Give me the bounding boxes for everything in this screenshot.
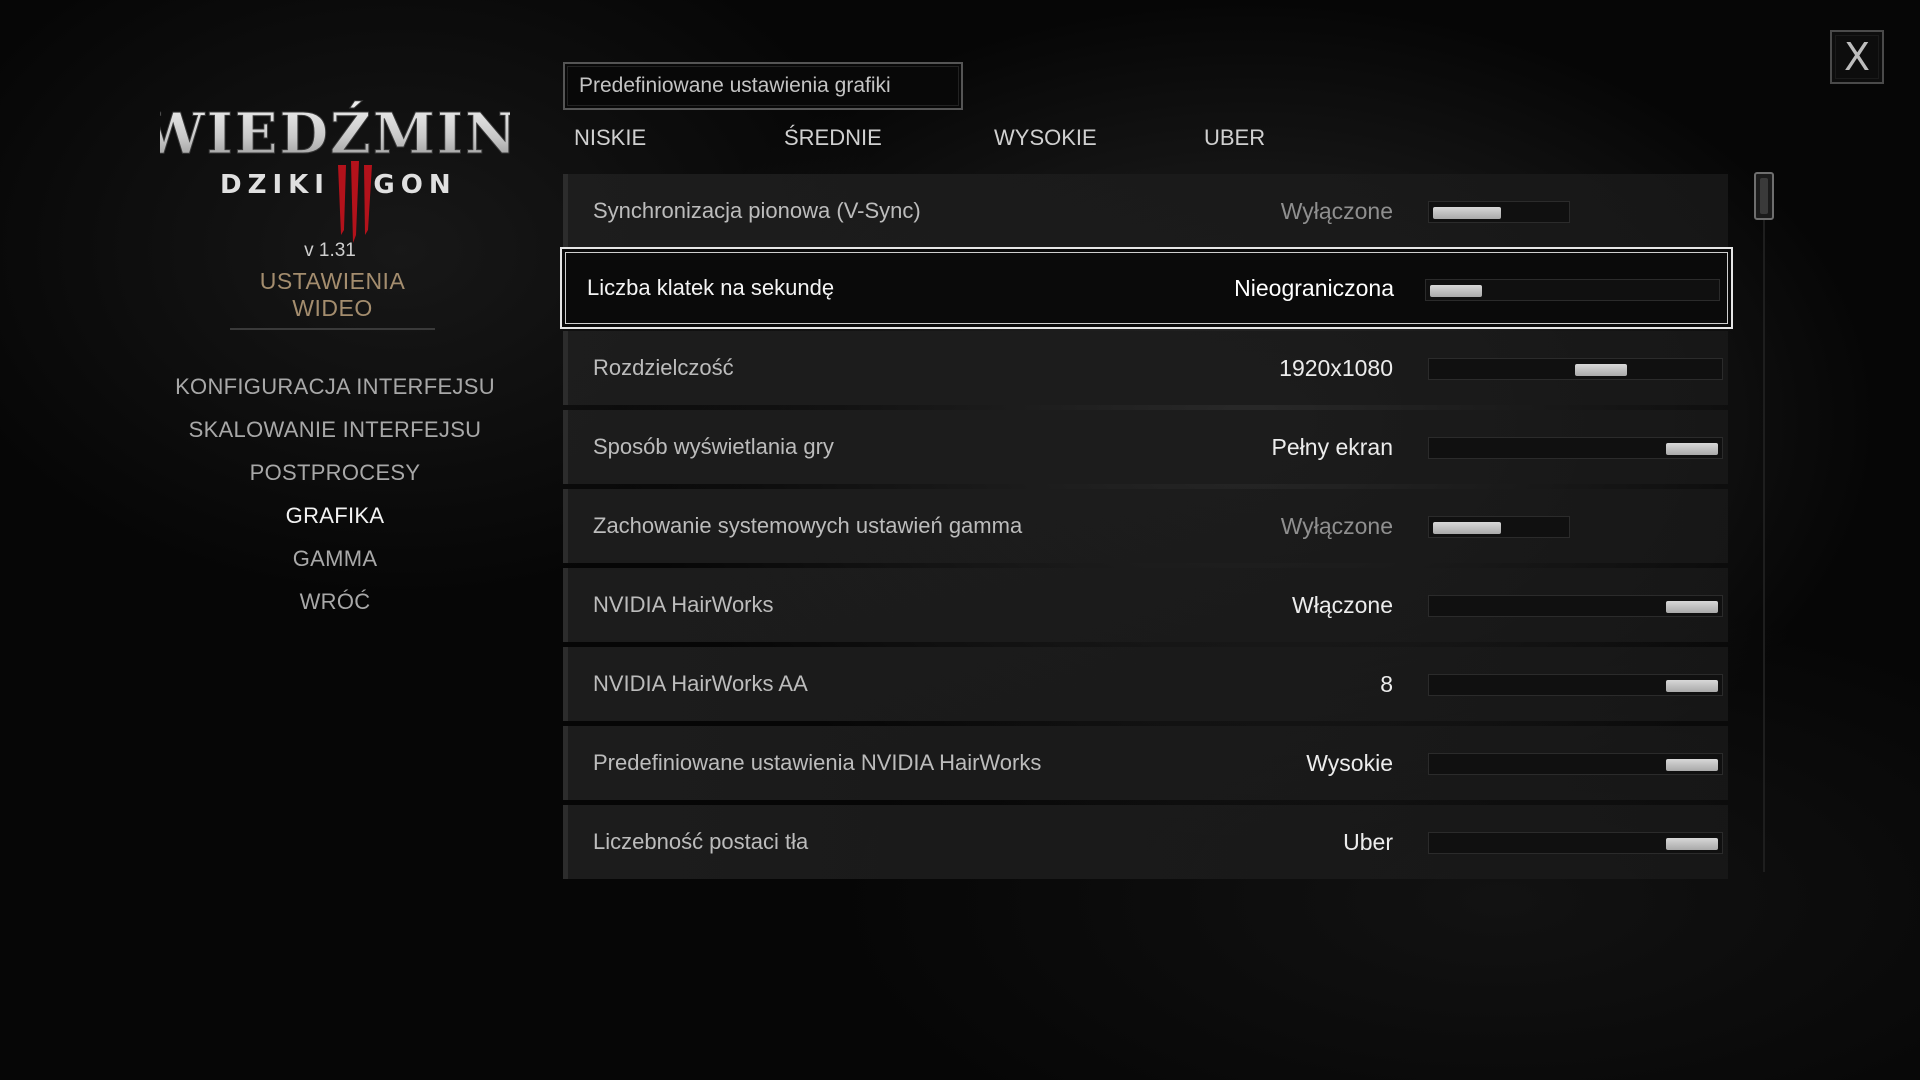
preset-uber[interactable]: UBER: [1204, 122, 1265, 154]
close-button[interactable]: X: [1830, 30, 1884, 84]
setting-value: Pełny ekran: [1271, 434, 1393, 460]
menu-item-back[interactable]: WRÓĆ: [170, 585, 500, 628]
setting-value: Włączone: [1292, 592, 1393, 618]
setting-label: NVIDIA HairWorks: [593, 592, 774, 617]
setting-row-frame-rate[interactable]: Liczba klatek na sekundę Nieograniczona: [560, 247, 1733, 329]
range-slider[interactable]: [1428, 358, 1723, 380]
setting-value: Wyłączone: [1280, 198, 1393, 224]
section-title: USTAWIENIA WIDEO: [230, 268, 435, 330]
graphics-preset-header: Predefiniowane ustawienia grafiki: [563, 62, 963, 110]
logo-subtitle-right: GON: [373, 170, 456, 200]
slider-thumb[interactable]: [1666, 759, 1718, 771]
settings-list: Synchronizacja pionowa (V-Sync) Wyłączon…: [560, 174, 1733, 880]
setting-row-vsync[interactable]: Synchronizacja pionowa (V-Sync) Wyłączon…: [563, 174, 1728, 248]
witcher-3-logo: WIEDŹMIN DZIKI GON: [160, 100, 510, 243]
setting-row-hairworks-aa[interactable]: NVIDIA HairWorks AA 8: [563, 647, 1728, 721]
setting-row-hairworks-preset[interactable]: Predefiniowane ustawienia NVIDIA HairWor…: [563, 726, 1728, 800]
setting-label: Sposób wyświetlania gry: [593, 434, 834, 459]
range-slider[interactable]: [1428, 437, 1723, 459]
setting-row-display-mode[interactable]: Sposób wyświetlania gry Pełny ekran: [563, 410, 1728, 484]
scrollbar-track[interactable]: [1763, 172, 1765, 872]
slider-thumb[interactable]: [1666, 680, 1718, 692]
setting-label: NVIDIA HairWorks AA: [593, 671, 808, 696]
setting-row-resolution[interactable]: Rozdzielczość 1920x1080: [563, 331, 1728, 405]
setting-row-system-gamma[interactable]: Zachowanie systemowych ustawień gamma Wy…: [563, 489, 1728, 563]
menu-item-graphics[interactable]: GRAFIKA: [170, 499, 500, 542]
slider-thumb[interactable]: [1433, 522, 1501, 534]
setting-label: Synchronizacja pionowa (V-Sync): [593, 198, 921, 223]
menu-item-interface-config[interactable]: KONFIGURACJA INTERFEJSU: [170, 370, 500, 413]
preset-high[interactable]: WYSOKIE: [994, 122, 1097, 154]
menu-item-interface-scaling[interactable]: SKALOWANIE INTERFEJSU: [170, 413, 500, 456]
setting-value: 1920x1080: [1279, 355, 1393, 381]
slider-thumb[interactable]: [1666, 838, 1718, 850]
setting-row-background-characters[interactable]: Liczebność postaci tła Uber: [563, 805, 1728, 879]
scrollbar-thumb[interactable]: [1754, 172, 1774, 220]
setting-value: Wyłączone: [1280, 513, 1393, 539]
setting-value: Wysokie: [1306, 750, 1393, 776]
range-slider[interactable]: [1428, 832, 1723, 854]
setting-value: 8: [1380, 671, 1393, 697]
toggle-slider[interactable]: [1428, 201, 1570, 223]
menu-item-postprocess[interactable]: POSTPROCESY: [170, 456, 500, 499]
setting-row-hairworks[interactable]: NVIDIA HairWorks Włączone: [563, 568, 1728, 642]
slider-thumb[interactable]: [1433, 207, 1501, 219]
setting-label: Liczba klatek na sekundę: [587, 275, 835, 300]
range-slider[interactable]: [1428, 674, 1723, 696]
version-label: v 1.31: [304, 240, 356, 261]
logo-subtitle-left: DZIKI: [220, 170, 330, 200]
range-slider[interactable]: [1425, 279, 1720, 301]
setting-label: Predefiniowane ustawienia NVIDIA HairWor…: [593, 750, 1042, 775]
slider-thumb[interactable]: [1666, 443, 1718, 455]
setting-value: Nieograniczona: [1234, 275, 1394, 301]
menu-item-gamma[interactable]: GAMMA: [170, 542, 500, 585]
preset-medium[interactable]: ŚREDNIE: [784, 122, 882, 154]
setting-label: Liczebność postaci tła: [593, 829, 809, 854]
slider-thumb[interactable]: [1666, 601, 1718, 613]
logo-title: WIEDŹMIN: [160, 100, 510, 167]
slider-thumb[interactable]: [1575, 364, 1627, 376]
preset-low[interactable]: NISKIE: [574, 122, 646, 154]
claw-mark-icon: [338, 161, 372, 243]
setting-label: Rozdzielczość: [593, 355, 734, 380]
slider-thumb[interactable]: [1430, 285, 1482, 297]
range-slider[interactable]: [1428, 595, 1723, 617]
video-settings-screen: X WIEDŹMIN DZIKI GON v 1.31 USTAWIENIA W…: [0, 0, 1920, 1080]
preset-options: NISKIE ŚREDNIE WYSOKIE UBER: [574, 122, 1474, 154]
toggle-slider[interactable]: [1428, 516, 1570, 538]
range-slider[interactable]: [1428, 753, 1723, 775]
close-icon: X: [1843, 35, 1871, 79]
setting-value: Uber: [1343, 829, 1393, 855]
side-menu: KONFIGURACJA INTERFEJSU SKALOWANIE INTER…: [170, 370, 500, 628]
setting-label: Zachowanie systemowych ustawień gamma: [593, 513, 1023, 538]
